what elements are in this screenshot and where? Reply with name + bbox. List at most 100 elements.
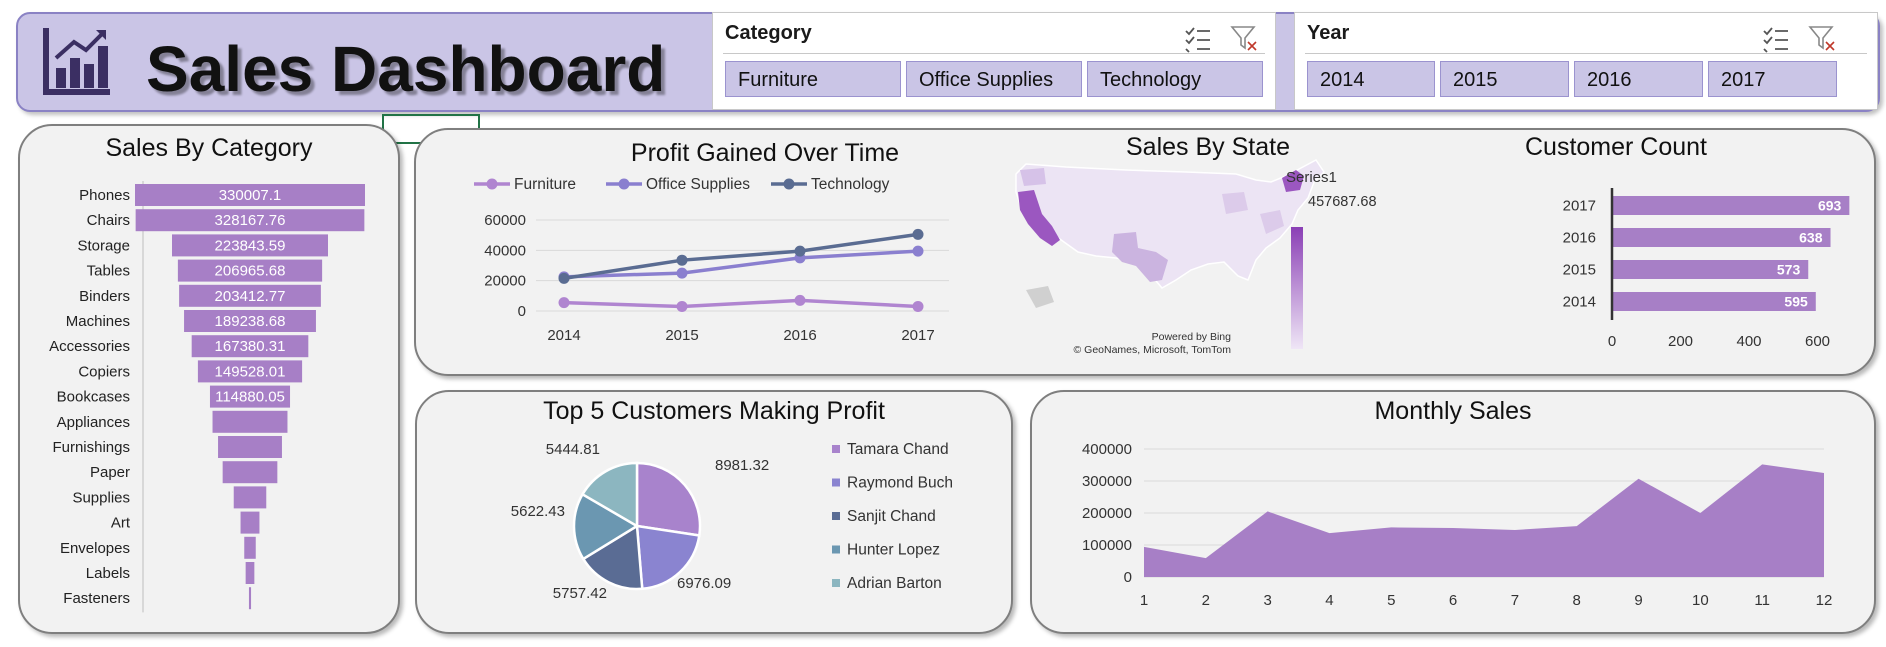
- funnel-bar: [233, 486, 267, 509]
- funnel-bar: [212, 410, 288, 433]
- x-tick-label: 600: [1805, 333, 1830, 350]
- customer-count-chart: 0200400600800201769320166382015573201459…: [1563, 188, 1850, 350]
- y-tick-label: 60000: [484, 212, 526, 229]
- data-point: [912, 228, 924, 240]
- category-slicer-title: Category: [725, 22, 812, 44]
- legend-marker: [618, 178, 630, 190]
- bar: [1612, 228, 1831, 247]
- year-slicer: Year 2014 2015 2016 2017: [1294, 12, 1878, 110]
- y-tick-label: 0: [1124, 569, 1132, 586]
- y-tick-label: 0: [518, 303, 526, 320]
- data-label: 167380.31: [215, 338, 286, 355]
- x-tick-label: 11: [1754, 592, 1770, 609]
- x-tick-label: 0: [1608, 333, 1616, 350]
- pie-slice: [635, 461, 702, 537]
- category-label: Chairs: [87, 212, 130, 229]
- slicer-item-office-supplies[interactable]: Office Supplies: [906, 61, 1082, 97]
- x-tick-label: 2014: [547, 327, 580, 344]
- funnel-bar: [245, 562, 255, 584]
- sales-by-state-map: Series1 457687.68 Powered by Bing© GeoName…: [1015, 159, 1377, 356]
- data-label: 5622.43: [511, 503, 565, 520]
- sales-by-category-panel: Sales By Category Phones 330007.1 Chairs 32…: [18, 124, 400, 634]
- series-line: [563, 298, 919, 309]
- data-label: 5757.42: [553, 585, 607, 602]
- funnel-bar: [248, 587, 252, 610]
- y-tick-label: 200000: [1082, 505, 1132, 522]
- sales-by-category-chart: Phones 330007.1 Chairs 328167.76 Storage 2238…: [49, 181, 365, 613]
- data-label: 149528.01: [215, 363, 286, 380]
- x-tick-label: 6: [1449, 592, 1457, 609]
- category-label: Bookcases: [57, 389, 130, 406]
- data-point: [676, 300, 688, 312]
- data-point: [676, 254, 688, 266]
- slicer-item-2015[interactable]: 2015: [1440, 61, 1569, 97]
- slicer-item-technology[interactable]: Technology: [1087, 61, 1263, 97]
- y-tick-label: 100000: [1082, 537, 1132, 554]
- x-tick-label: 3: [1263, 592, 1271, 609]
- data-point: [558, 272, 570, 284]
- data-point: [794, 245, 806, 257]
- data-label: 328167.76: [215, 212, 286, 229]
- category-label: Fasteners: [63, 590, 130, 607]
- legend-color-scale: [1291, 227, 1303, 349]
- clear-filter-icon[interactable]: [1807, 23, 1837, 53]
- x-tick-label: 200: [1668, 333, 1693, 350]
- year-slicer-title: Year: [1307, 22, 1350, 44]
- divider: [1305, 53, 1867, 54]
- top-customers-pie-chart: 8981.32 6976.09 5757.42 5622.43 5444.81 Tamar…: [511, 441, 953, 602]
- x-tick-label: 8: [1573, 592, 1581, 609]
- data-label: 573: [1777, 262, 1801, 278]
- slicer-item-furniture[interactable]: Furniture: [725, 61, 901, 97]
- legend-marker: [783, 178, 795, 190]
- category-label: Envelopes: [60, 540, 130, 557]
- category-label: 2017: [1563, 198, 1596, 215]
- category-label: Art: [111, 515, 131, 532]
- category-label: Appliances: [57, 414, 130, 431]
- category-label: Binders: [79, 288, 130, 305]
- category-label: Supplies: [72, 489, 130, 506]
- midwest-state: [1222, 192, 1248, 214]
- y-tick-label: 300000: [1082, 473, 1132, 490]
- data-label: 203412.77: [215, 288, 286, 305]
- monthly-sales-panel: Monthly Sales 0 100000 200000 300000 400000 1…: [1030, 390, 1876, 634]
- monthly-sales-chart: 01000002000003000004000001 2 3 4 5 6 7 8 9 10 11 12: [1082, 441, 1832, 609]
- profit-over-time-chart: 0 20000 40000 60000 2014 2015 2016 2017 Furnitur…: [474, 176, 949, 344]
- x-tick-label: 10: [1692, 592, 1709, 609]
- funnel-bar: [218, 436, 282, 458]
- app-title: Sales Dashboard: [146, 33, 666, 105]
- data-label: 6976.09: [677, 575, 731, 592]
- bar: [1612, 196, 1850, 215]
- x-tick-label: 7: [1511, 592, 1519, 609]
- slicer-item-2016[interactable]: 2016: [1574, 61, 1703, 97]
- funnel-bar: [244, 536, 256, 559]
- x-tick-label: 2016: [783, 327, 816, 344]
- category-label: 2015: [1563, 262, 1596, 279]
- slicer-item-2014[interactable]: 2014: [1307, 61, 1435, 97]
- data-label: 330007.1: [219, 187, 282, 204]
- map-attribution: © GeoNames, Microsoft, TomTom: [1074, 344, 1232, 356]
- category-label: Phones: [79, 187, 130, 204]
- top-overview-panel: Profit Gained Over Time 0 20000 40000 60000…: [414, 128, 1876, 376]
- data-point: [676, 267, 688, 279]
- category-label: Copiers: [78, 363, 130, 380]
- data-label: 5444.81: [546, 441, 600, 458]
- slicer-item-2017[interactable]: 2017: [1708, 61, 1837, 97]
- data-point: [912, 300, 924, 312]
- multi-select-icon[interactable]: [1183, 23, 1213, 53]
- category-label: Accessories: [49, 338, 130, 355]
- legend-label: Hunter Lopez: [847, 542, 940, 559]
- x-tick-label: 4: [1325, 592, 1333, 609]
- data-point: [794, 294, 806, 306]
- data-label: 638: [1799, 230, 1823, 246]
- legend-marker: [832, 545, 840, 554]
- legend-label: Office Supplies: [646, 176, 750, 193]
- legend-label: Adrian Barton: [847, 575, 942, 592]
- multi-select-icon[interactable]: [1761, 23, 1791, 53]
- category-label: Paper: [90, 464, 130, 481]
- clear-filter-icon[interactable]: [1229, 23, 1259, 53]
- data-label: 595: [1784, 294, 1808, 310]
- legend-marker: [486, 178, 498, 190]
- category-label: 2014: [1563, 294, 1596, 311]
- legend-series-name: Series1: [1286, 169, 1337, 186]
- funnel-bar: [240, 511, 260, 534]
